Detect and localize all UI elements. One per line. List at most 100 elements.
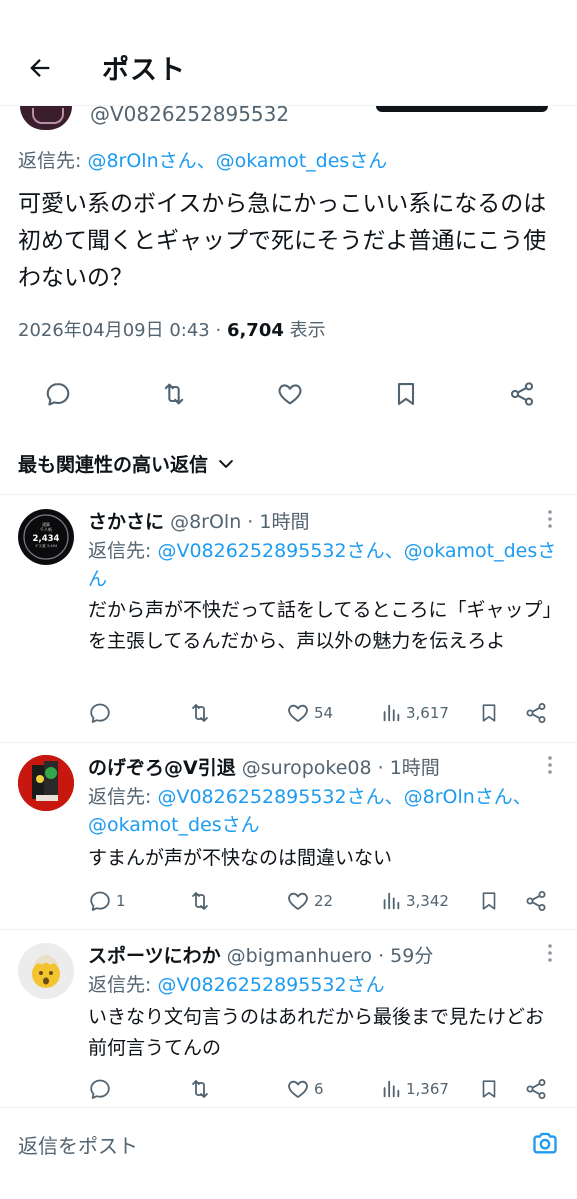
reply-to-users[interactable]: @V0826252895532さん、@okamot_desさん xyxy=(88,540,556,590)
views-button[interactable]: 3,342 xyxy=(380,886,449,916)
more-vertical-icon xyxy=(548,510,552,528)
reply-to-users[interactable]: @8rOlnさん、@okamot_desさん xyxy=(87,150,387,172)
post-action-bar xyxy=(0,372,577,416)
post-meta: 2026年04月09日 0:43 · 6,704 表示 xyxy=(18,316,326,342)
reply-header: のげぞろ@V引退 @suropoke08 · 1時間 xyxy=(88,753,440,780)
avatar[interactable] xyxy=(18,755,74,811)
reply-sort-dropdown[interactable]: 最も関連性の高い返信 xyxy=(18,450,236,477)
repost-button[interactable] xyxy=(160,380,188,408)
bar-chart-icon xyxy=(383,892,400,910)
reply-icon xyxy=(90,891,110,911)
repost-icon xyxy=(164,383,184,405)
more-options-button[interactable] xyxy=(540,941,560,965)
view-count: 3,342 xyxy=(406,892,449,910)
post-datetime[interactable]: 2026年04月09日 0:43 · xyxy=(18,320,227,341)
reply-item[interactable]: 通算 千人斬 2,434 ゲス度 3,484 さかさに @8rOln · 1時間… xyxy=(0,495,577,741)
views-button[interactable]: 1,367 xyxy=(380,1074,449,1104)
reply-button[interactable] xyxy=(88,1074,116,1104)
author-avatar[interactable] xyxy=(20,106,72,130)
chevron-down-icon xyxy=(219,459,233,468)
repost-icon xyxy=(192,1080,208,1098)
more-options-button[interactable] xyxy=(540,753,560,777)
reply-icon xyxy=(90,1079,110,1099)
reply-to-prefix: 返信先: xyxy=(88,974,158,996)
reply-to-line: 返信先: @V0826252895532さん、@okamot_desさん xyxy=(88,537,558,593)
arrow-left-icon xyxy=(30,59,50,77)
avatar[interactable]: 通算 千人斬 2,434 ゲス度 3,484 xyxy=(18,509,74,565)
repost-button[interactable] xyxy=(188,886,212,916)
reply-count: 1 xyxy=(116,892,126,910)
reply-button[interactable] xyxy=(44,380,72,408)
top-bar: ポスト xyxy=(0,0,577,106)
reply-to-line: 返信先: @8rOlnさん、@okamot_desさん xyxy=(18,146,387,173)
bookmark-button[interactable] xyxy=(478,886,500,916)
heart-icon xyxy=(288,892,308,910)
reply-button[interactable] xyxy=(88,698,116,728)
views-button[interactable]: 3,617 xyxy=(380,698,449,728)
like-button[interactable]: 54 xyxy=(286,698,333,728)
bookmark-icon xyxy=(482,892,496,910)
reply-to-prefix: 返信先: xyxy=(18,150,88,172)
bookmark-button[interactable] xyxy=(392,380,420,408)
avatar-image xyxy=(18,755,74,811)
like-count: 6 xyxy=(314,1080,324,1098)
more-vertical-icon xyxy=(548,944,552,962)
post-text: 可愛い系のボイスから急にかっこいい系になるのは初めて聞くとギャップで死にそうだよ… xyxy=(18,191,547,291)
bookmark-icon xyxy=(482,1080,496,1098)
heart-icon xyxy=(278,384,302,405)
more-options-button[interactable] xyxy=(540,507,560,531)
bookmark-button[interactable] xyxy=(478,1074,500,1104)
avatar-text-2: 千人斬 xyxy=(40,526,52,532)
reply-action-bar: 54 3,617 xyxy=(88,698,558,728)
more-vertical-icon xyxy=(548,756,552,774)
reply-icon xyxy=(90,703,110,723)
repost-button[interactable] xyxy=(188,1074,212,1104)
reply-action-bar: 6 1,367 xyxy=(88,1074,558,1104)
view-count: 1,367 xyxy=(406,1080,449,1098)
display-name[interactable]: さかさに xyxy=(88,511,164,533)
follow-button[interactable] xyxy=(376,106,548,112)
reply-to-line: 返信先: @V0826252895532さん、@8rOlnさん、@okamot_… xyxy=(88,783,558,839)
reply-text: だから声が不快だって話をしてるところに「ギャップ」を主張してるんだから、声以外の… xyxy=(88,599,552,652)
share-icon xyxy=(526,891,546,911)
reply-item[interactable]: のげぞろ@V引退 @suropoke08 · 1時間 返信先: @V082625… xyxy=(0,743,577,929)
reply-header: スポーツにわか @bigmanhuero · 59分 xyxy=(88,941,433,968)
system-nav-area xyxy=(0,1179,577,1199)
page-title: ポスト xyxy=(102,55,186,86)
reply-input[interactable]: 返信をポスト xyxy=(18,1130,138,1159)
like-button[interactable] xyxy=(276,380,304,408)
camera-button[interactable] xyxy=(530,1128,560,1158)
like-button[interactable]: 22 xyxy=(286,886,333,916)
reply-to-prefix: 返信先: xyxy=(88,786,158,808)
reply-to-prefix: 返信先: xyxy=(88,540,158,562)
reply-text: いきなり文句言うのはあれだから最後まで見たけどお前何言うてんの xyxy=(88,1006,545,1059)
heart-icon xyxy=(288,1080,308,1098)
bar-chart-icon xyxy=(383,704,400,722)
bookmark-icon xyxy=(397,383,415,405)
reply-to-users[interactable]: @V0826252895532さん xyxy=(157,974,384,996)
camera-icon xyxy=(533,1132,557,1154)
reply-text: すまんが声が不快なのは間違いない xyxy=(88,847,393,869)
avatar-image xyxy=(18,943,74,999)
share-button[interactable] xyxy=(508,380,536,408)
like-button[interactable]: 6 xyxy=(286,1074,324,1104)
repost-button[interactable] xyxy=(188,698,212,728)
reply-action-bar: 1 22 3,342 xyxy=(88,886,558,916)
reply-button[interactable]: 1 xyxy=(88,886,126,916)
share-button[interactable] xyxy=(524,886,548,916)
repost-icon xyxy=(192,704,208,722)
share-icon xyxy=(510,382,534,406)
avatar-text-4: ゲス度 3,484 xyxy=(35,543,58,548)
display-name[interactable]: スポーツにわか xyxy=(88,945,221,967)
back-button[interactable] xyxy=(22,50,58,86)
share-icon xyxy=(526,1079,546,1099)
share-icon xyxy=(526,703,546,723)
share-button[interactable] xyxy=(524,698,548,728)
like-count: 22 xyxy=(314,892,334,910)
display-name[interactable]: のげぞろ@V引退 xyxy=(88,757,236,779)
bookmark-button[interactable] xyxy=(478,698,500,728)
avatar-image: 通算 千人斬 2,434 ゲス度 3,484 xyxy=(19,510,73,564)
reply-item[interactable]: スポーツにわか @bigmanhuero · 59分 返信先: @V082625… xyxy=(0,930,577,1107)
avatar[interactable] xyxy=(18,943,74,999)
share-button[interactable] xyxy=(524,1074,548,1104)
